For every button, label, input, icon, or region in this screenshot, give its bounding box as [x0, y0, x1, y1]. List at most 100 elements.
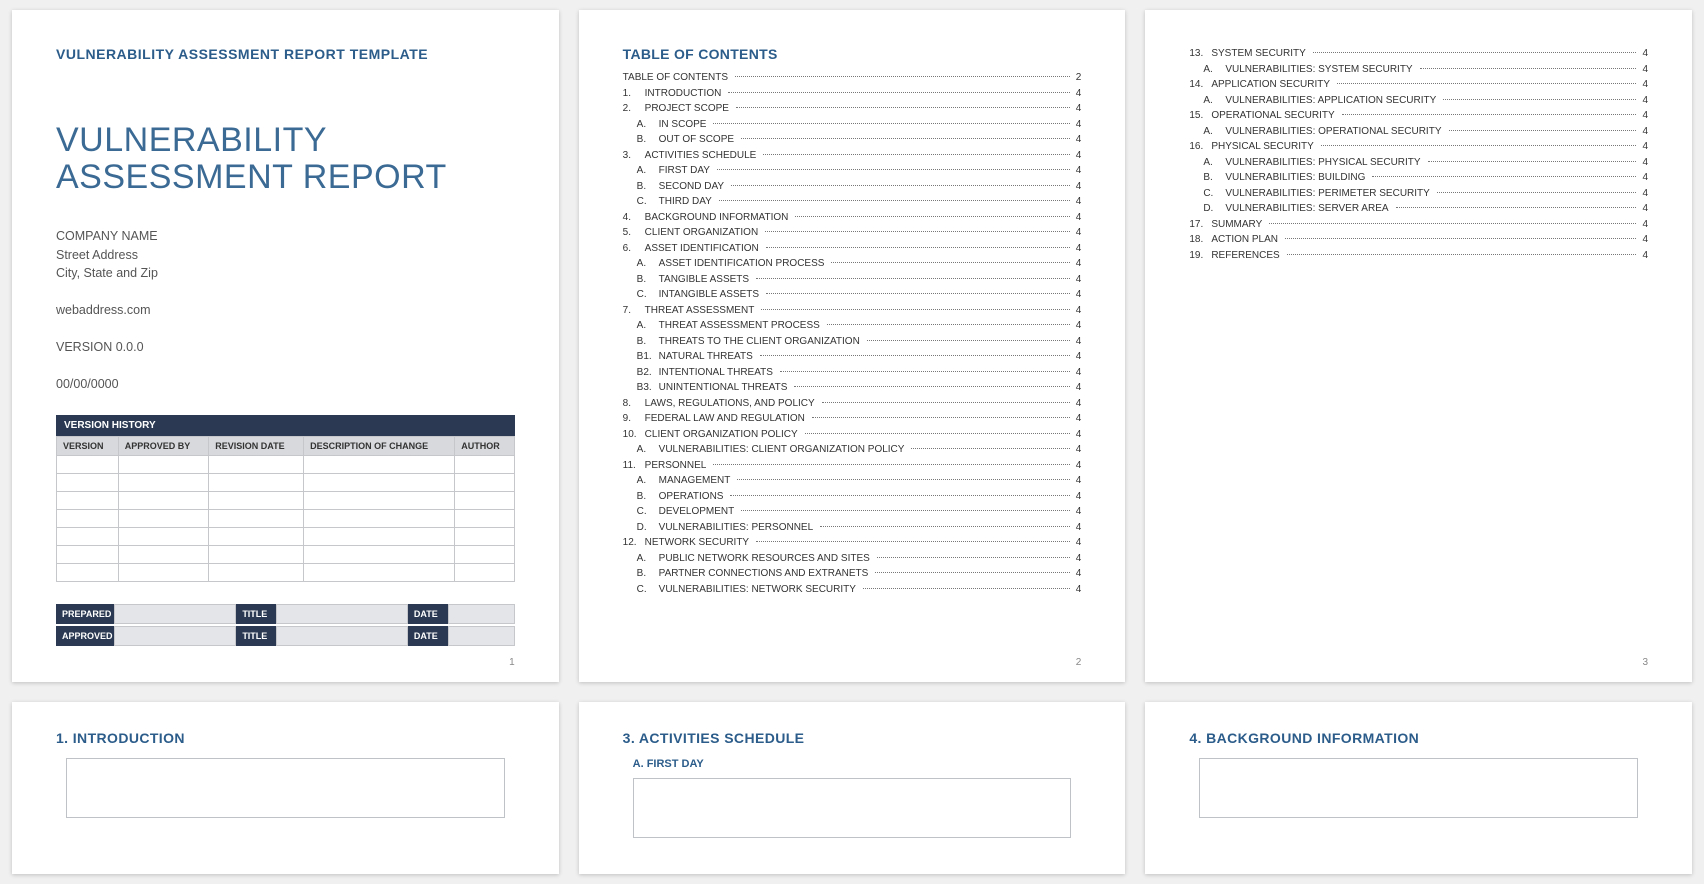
toc-entry: D.VULNERABILITIES: PERSONNEL4	[623, 520, 1082, 536]
toc-entry: A.VULNERABILITIES: APPLICATION SECURITY4	[1189, 93, 1648, 109]
toc-entry: B1.NATURAL THREATS4	[623, 349, 1082, 365]
toc-entry: TABLE OF CONTENTS2	[623, 70, 1082, 86]
approved-by-field	[114, 626, 236, 646]
toc-entry: B3.UNINTENTIONAL THREATS4	[623, 380, 1082, 396]
toc-entry: 14.APPLICATION SECURITY4	[1189, 77, 1648, 93]
toc-entry: A.THREAT ASSESSMENT PROCESS4	[623, 318, 1082, 334]
toc-entry: B.TANGIBLE ASSETS4	[623, 272, 1082, 288]
toc-entry: B.OUT OF SCOPE4	[623, 132, 1082, 148]
page-5: 3. ACTIVITIES SCHEDULE A. FIRST DAY	[579, 702, 1126, 874]
col-revision-date: REVISION DATE	[209, 437, 304, 456]
prepared-by-row: PREPARED BY TITLE DATE	[56, 604, 515, 624]
document-date: 00/00/0000	[56, 375, 515, 394]
version-history-table: VERSION APPROVED BY REVISION DATE DESCRI…	[56, 436, 515, 582]
toc-entry: 2.PROJECT SCOPE4	[623, 101, 1082, 117]
toc-entry: 18.ACTION PLAN4	[1189, 232, 1648, 248]
prepared-title-field	[276, 604, 408, 624]
toc-entry: 7.THREAT ASSESSMENT4	[623, 303, 1082, 319]
approved-date-field	[448, 626, 515, 646]
toc-entry: A.IN SCOPE4	[623, 117, 1082, 133]
toc-entry: B.THREATS TO THE CLIENT ORGANIZATION4	[623, 334, 1082, 350]
table-row	[57, 528, 515, 546]
toc-entry: 10.CLIENT ORGANIZATION POLICY4	[623, 427, 1082, 443]
col-approved-by: APPROVED BY	[118, 437, 209, 456]
toc-entry: B.OPERATIONS4	[623, 489, 1082, 505]
col-author: AUTHOR	[455, 437, 514, 456]
approved-by-label: APPROVED BY	[56, 626, 114, 646]
toc-entry: 3.ACTIVITIES SCHEDULE4	[623, 148, 1082, 164]
subsection-first-day: A. FIRST DAY	[633, 758, 1082, 770]
page-6: 4. BACKGROUND INFORMATION	[1145, 702, 1692, 874]
toc-entry: 8.LAWS, REGULATIONS, AND POLICY4	[623, 396, 1082, 412]
content-box	[66, 758, 505, 818]
toc-entry: B.PARTNER CONNECTIONS AND EXTRANETS4	[623, 566, 1082, 582]
toc-entry: A.VULNERABILITIES: PHYSICAL SECURITY4	[1189, 155, 1648, 171]
table-row	[57, 564, 515, 582]
section-heading-introduction: 1. INTRODUCTION	[56, 730, 515, 746]
toc-entry: A.PUBLIC NETWORK RESOURCES AND SITES4	[623, 551, 1082, 567]
toc-entry: A.MANAGEMENT4	[623, 473, 1082, 489]
version-history-header: VERSION HISTORY	[56, 415, 515, 436]
prepared-by-field	[114, 604, 236, 624]
toc-entry: 15.OPERATIONAL SECURITY4	[1189, 108, 1648, 124]
company-name: COMPANY NAME	[56, 227, 515, 246]
table-row	[57, 474, 515, 492]
toc-entry: 11.PERSONNEL4	[623, 458, 1082, 474]
toc-entry: 4.BACKGROUND INFORMATION4	[623, 210, 1082, 226]
prepared-date-field	[448, 604, 515, 624]
date-label-2: DATE	[408, 626, 448, 646]
col-version: VERSION	[57, 437, 119, 456]
city-state-zip: City, State and Zip	[56, 264, 515, 283]
toc-entry: 12.NETWORK SECURITY4	[623, 535, 1082, 551]
toc-entry: C.DEVELOPMENT4	[623, 504, 1082, 520]
toc-entry: 16.PHYSICAL SECURITY4	[1189, 139, 1648, 155]
toc-entry: B.VULNERABILITIES: BUILDING4	[1189, 170, 1648, 186]
title-label: TITLE	[236, 604, 276, 624]
toc-list-continued: 13.SYSTEM SECURITY4A.VULNERABILITIES: SY…	[1189, 46, 1648, 263]
toc-entry: 5.CLIENT ORGANIZATION4	[623, 225, 1082, 241]
page-number: 1	[509, 657, 515, 668]
page-4: 1. INTRODUCTION	[12, 702, 559, 874]
date-label: DATE	[408, 604, 448, 624]
col-description: DESCRIPTION OF CHANGE	[304, 437, 455, 456]
prepared-by-label: PREPARED BY	[56, 604, 114, 624]
toc-entry: A.ASSET IDENTIFICATION PROCESS4	[623, 256, 1082, 272]
toc-entry: B.SECOND DAY4	[623, 179, 1082, 195]
toc-entry: 1.INTRODUCTION4	[623, 86, 1082, 102]
toc-entry: 19.REFERENCES4	[1189, 248, 1648, 264]
toc-entry: 6.ASSET IDENTIFICATION4	[623, 241, 1082, 257]
toc-entry: A.FIRST DAY4	[623, 163, 1082, 179]
title-label-2: TITLE	[236, 626, 276, 646]
approved-title-field	[276, 626, 408, 646]
approved-by-row: APPROVED BY TITLE DATE	[56, 626, 515, 646]
page-2: TABLE OF CONTENTS TABLE OF CONTENTS21.IN…	[579, 10, 1126, 682]
street-address: Street Address	[56, 246, 515, 265]
document-title: VULNERABILITY ASSESSMENT REPORT	[56, 122, 515, 197]
table-row	[57, 492, 515, 510]
page-3: 13.SYSTEM SECURITY4A.VULNERABILITIES: SY…	[1145, 10, 1692, 682]
toc-entry: C.VULNERABILITIES: NETWORK SECURITY4	[623, 582, 1082, 598]
toc-list: TABLE OF CONTENTS21.INTRODUCTION42.PROJE…	[623, 70, 1082, 597]
section-heading-activities: 3. ACTIVITIES SCHEDULE	[623, 730, 1082, 746]
section-heading-background: 4. BACKGROUND INFORMATION	[1189, 730, 1648, 746]
template-label: VULNERABILITY ASSESSMENT REPORT TEMPLATE	[56, 46, 515, 62]
version-number: VERSION 0.0.0	[56, 338, 515, 357]
toc-entry: A.VULNERABILITIES: OPERATIONAL SECURITY4	[1189, 124, 1648, 140]
content-box	[633, 778, 1072, 838]
toc-entry: C.THIRD DAY4	[623, 194, 1082, 210]
toc-entry: A.VULNERABILITIES: SYSTEM SECURITY4	[1189, 62, 1648, 78]
web-address: webaddress.com	[56, 301, 515, 320]
toc-entry: 9.FEDERAL LAW AND REGULATION4	[623, 411, 1082, 427]
toc-heading: TABLE OF CONTENTS	[623, 46, 1082, 62]
page-number: 2	[1076, 657, 1082, 668]
page-1: VULNERABILITY ASSESSMENT REPORT TEMPLATE…	[12, 10, 559, 682]
content-box	[1199, 758, 1638, 818]
table-row	[57, 546, 515, 564]
toc-entry: C.INTANGIBLE ASSETS4	[623, 287, 1082, 303]
table-row	[57, 510, 515, 528]
toc-entry: 17.SUMMARY4	[1189, 217, 1648, 233]
toc-entry: A.VULNERABILITIES: CLIENT ORGANIZATION P…	[623, 442, 1082, 458]
toc-entry: B2.INTENTIONAL THREATS4	[623, 365, 1082, 381]
toc-entry: D.VULNERABILITIES: SERVER AREA4	[1189, 201, 1648, 217]
toc-entry: C.VULNERABILITIES: PERIMETER SECURITY4	[1189, 186, 1648, 202]
